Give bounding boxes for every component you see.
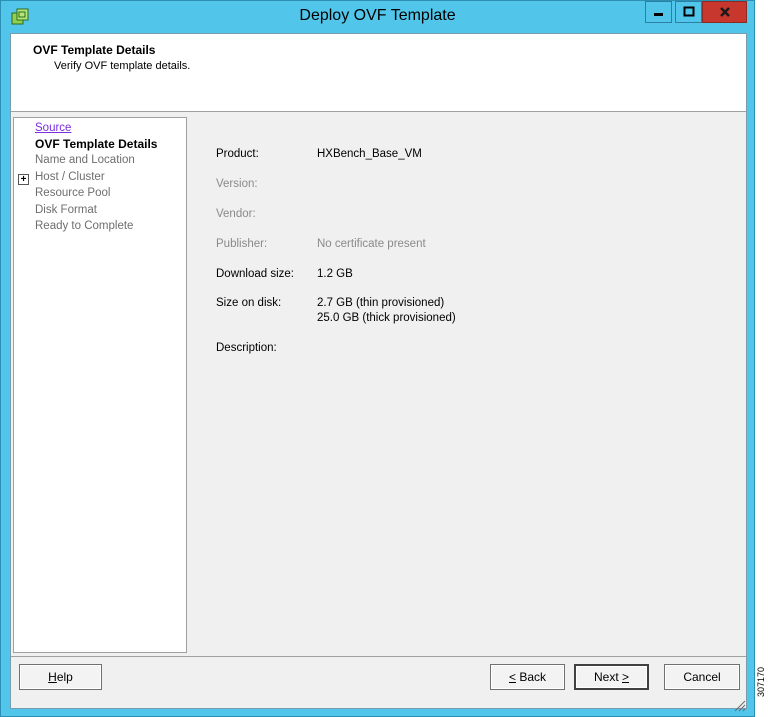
help-label: elp [56, 670, 73, 684]
back-accel: < [508, 670, 516, 684]
expand-plus-icon[interactable]: + [18, 174, 29, 185]
minimize-button[interactable] [645, 1, 672, 23]
download-size-label: Download size: [216, 268, 294, 280]
help-accel: H [48, 670, 57, 684]
product-value: HXBench_Base_VM [317, 148, 422, 160]
next-label: Next [593, 670, 622, 684]
nav-item-name-and-location: Name and Location [35, 154, 135, 166]
download-size-value: 1.2 GB [317, 268, 353, 280]
size-on-disk-label: Size on disk: [216, 297, 282, 309]
close-icon [719, 7, 730, 17]
maximize-icon [683, 6, 694, 17]
publisher-label: Publisher: [216, 238, 268, 250]
footer-divider [11, 656, 746, 657]
page-title: OVF Template Details [33, 43, 156, 57]
window-title: Deploy OVF Template [299, 7, 456, 24]
next-accel: > [622, 670, 630, 684]
back-button[interactable]: < Back [490, 664, 565, 690]
close-button[interactable] [702, 1, 747, 23]
cancel-button[interactable]: Cancel [664, 664, 740, 690]
title-bar[interactable]: Deploy OVF Template [1, 1, 754, 33]
next-button[interactable]: Next > [574, 664, 649, 690]
figure-number: 307170 [756, 666, 766, 697]
page-subtitle: Verify OVF template details. [54, 60, 191, 72]
nav-item-disk-format: Disk Format [35, 204, 97, 216]
size-on-disk-thick-value: 25.0 GB (thick provisioned) [317, 312, 456, 324]
nav-item-resource-pool: Resource Pool [35, 187, 111, 199]
maximize-button[interactable] [675, 1, 702, 23]
back-label: Back [516, 670, 547, 684]
description-label: Description: [216, 342, 277, 354]
publisher-value: No certificate present [317, 238, 426, 250]
dialog-client-area: OVF Template Details Verify OVF template… [10, 33, 747, 709]
nav-item-host-cluster: Host / Cluster [35, 171, 105, 183]
version-label: Version: [216, 178, 258, 190]
vendor-label: Vendor: [216, 208, 256, 220]
wizard-header: OVF Template Details Verify OVF template… [11, 34, 746, 112]
nav-item-source[interactable]: Source [35, 122, 71, 134]
nav-item-ready-to-complete: Ready to Complete [35, 220, 134, 232]
help-button[interactable]: Help [19, 664, 102, 690]
wizard-steps-nav: Source OVF Template Details Name and Loc… [13, 117, 187, 653]
product-label: Product: [216, 148, 259, 160]
size-on-disk-thin-value: 2.7 GB (thin provisioned) [317, 297, 445, 309]
dialog-window: Deploy OVF Template OVF Template Details… [0, 0, 755, 717]
nav-item-ovf-template-details: OVF Template Details [35, 137, 158, 151]
minimize-icon [653, 13, 663, 16]
resize-grip-icon[interactable] [732, 698, 746, 712]
